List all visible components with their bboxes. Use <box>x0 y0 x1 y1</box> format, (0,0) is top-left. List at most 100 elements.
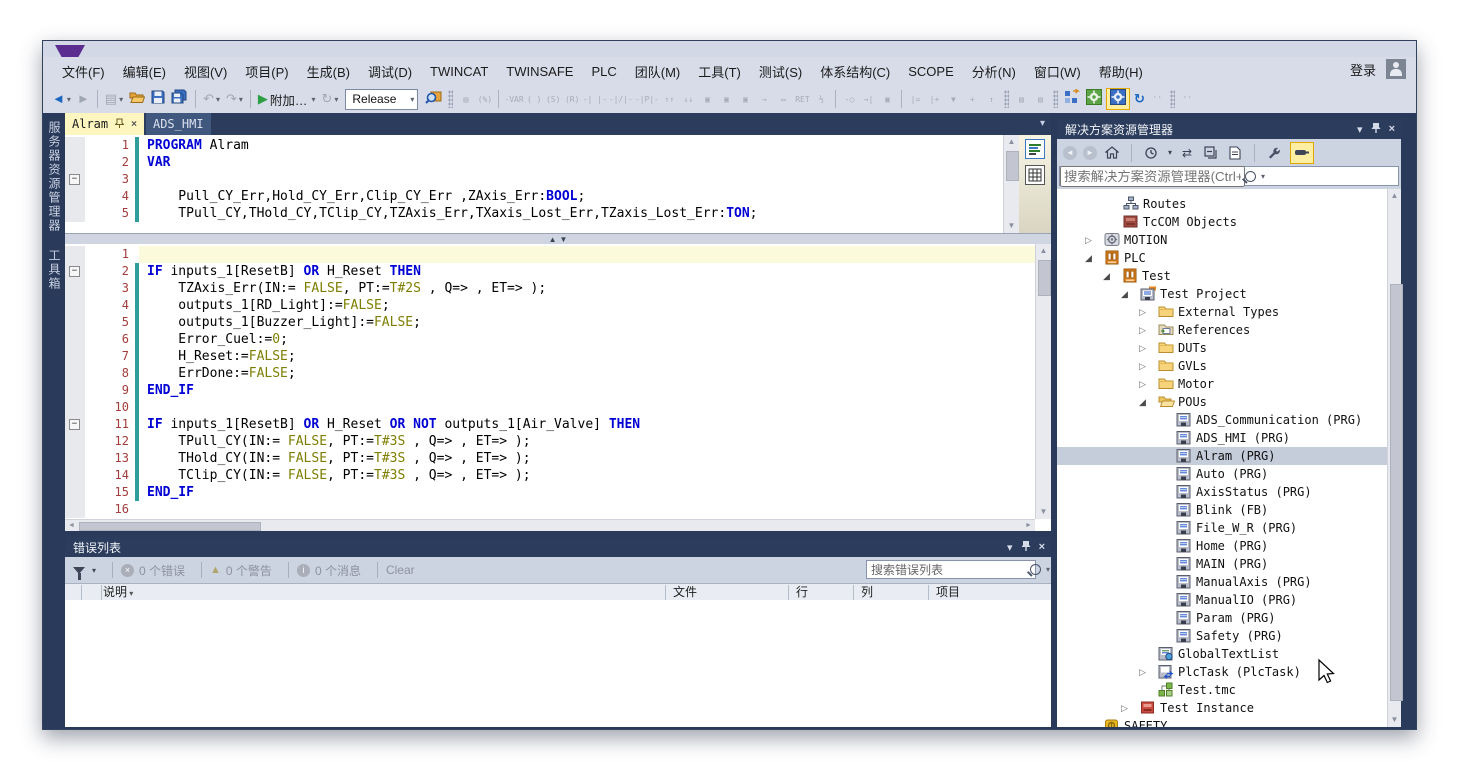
chevron-collapsed-icon[interactable]: ▷ <box>1121 699 1128 717</box>
dropdown-caret-icon[interactable]: ▾ <box>239 95 243 104</box>
chevron-collapsed-icon[interactable]: ▷ <box>1139 303 1146 321</box>
tree-item[interactable]: ManualAxis (PRG) <box>1057 573 1401 591</box>
messages-toggle[interactable]: i 0 个消息 <box>297 562 361 579</box>
refresh-blue-button[interactable]: ↻ <box>1132 88 1147 110</box>
chevron-expanded-icon[interactable]: ◢ <box>1103 267 1110 285</box>
search-options-icon[interactable]: ▾ <box>1046 565 1050 574</box>
home-button[interactable] <box>1103 144 1121 162</box>
code-text[interactable] <box>139 501 1035 518</box>
menu-item[interactable]: SCOPE <box>899 60 963 83</box>
window-position-icon[interactable]: ▾ <box>1007 541 1013 554</box>
code-line[interactable]: 5 TPull_CY,THold_CY,TClip_CY,TZAxis_Err,… <box>65 205 1003 222</box>
menu-item[interactable]: 工具(T) <box>689 58 750 85</box>
warnings-toggle[interactable]: ▲ 0 个警告 <box>210 562 272 579</box>
tree-item[interactable]: Home (PRG) <box>1057 537 1401 555</box>
code-text[interactable]: H_Reset:=FALSE; <box>139 348 1035 365</box>
open-folder-button[interactable] <box>127 88 147 110</box>
error-list-search-input[interactable] <box>867 563 1030 577</box>
code-line[interactable]: 6 Error_Cuel:=0; <box>65 331 1035 348</box>
code-line[interactable]: 8 ErrDone:=FALSE; <box>65 365 1035 382</box>
errors-toggle[interactable]: × 0 个错误 <box>121 562 185 579</box>
implementation-editor-horizontal-scrollbar[interactable]: ◄ ► <box>65 519 1035 531</box>
scrollbar-thumb[interactable] <box>1390 284 1403 701</box>
chevron-collapsed-icon[interactable]: ▷ <box>1085 231 1092 249</box>
menu-item[interactable]: 编辑(E) <box>114 58 175 85</box>
scroll-left-icon[interactable]: ◄ <box>65 520 78 531</box>
tree-item[interactable]: Auto (PRG) <box>1057 465 1401 483</box>
collapse-region-icon[interactable]: − <box>69 266 80 277</box>
dropdown-caret-icon[interactable]: ▾ <box>216 95 220 104</box>
tree-item[interactable]: ▷DUTs <box>1057 339 1401 357</box>
tree-item[interactable]: ▷PlcTask (PlcTask) <box>1057 663 1401 681</box>
scroll-up-icon[interactable]: ▲ <box>1004 135 1019 149</box>
scroll-down-icon[interactable]: ▼ <box>1388 713 1401 727</box>
pin-icon[interactable] <box>1021 540 1031 554</box>
clear-button[interactable]: Clear <box>386 563 415 577</box>
restart-button[interactable]: ↻▾ <box>319 88 340 110</box>
filter-dropdown-icon[interactable]: ▾ <box>1168 148 1172 157</box>
menu-item[interactable]: 测试(S) <box>750 58 811 85</box>
code-text[interactable]: PROGRAM Alram <box>139 137 1003 154</box>
declaration-editor-vertical-scrollbar[interactable]: ▲ ▼ <box>1003 135 1019 233</box>
column-header[interactable]: 列 <box>861 584 873 601</box>
dropdown-caret-icon[interactable]: ▾ <box>410 95 414 104</box>
find-in-files-button[interactable] <box>423 88 444 110</box>
tree-item[interactable]: TcCOM Objects <box>1057 213 1401 231</box>
code-line[interactable]: 13 THold_CY(IN:= FALSE, PT:=T#3S , Q=> ,… <box>65 450 1035 467</box>
menu-item[interactable]: 视图(V) <box>175 58 236 85</box>
code-line[interactable]: −2IF inputs_1[ResetB] OR H_Reset THEN <box>65 263 1035 280</box>
code-text[interactable]: ErrDone:=FALSE; <box>139 365 1035 382</box>
preview-selected-items-toggle[interactable] <box>1290 142 1314 164</box>
save-button[interactable] <box>149 88 167 110</box>
code-text[interactable]: IF inputs_1[ResetB] OR H_Reset THEN <box>139 263 1035 280</box>
code-line[interactable]: 14 TClip_CY(IN:= FALSE, PT:=T#3S , Q=> ,… <box>65 467 1035 484</box>
code-text[interactable]: TZAxis_Err(IN:= FALSE, PT:=T#2S , Q=> , … <box>139 280 1035 297</box>
code-text[interactable]: TPull_CY,THold_CY,TClip_CY,TZAxis_Err,TX… <box>139 205 1003 222</box>
window-position-icon[interactable]: ▾ <box>1357 123 1363 136</box>
tree-item[interactable]: File_W_R (PRG) <box>1057 519 1401 537</box>
dropdown-caret-icon[interactable]: ▾ <box>119 95 123 104</box>
chevron-collapsed-icon[interactable]: ▷ <box>1139 339 1146 357</box>
redo-button[interactable]: ↷▾ <box>224 88 245 110</box>
menu-item[interactable]: 项目(P) <box>236 58 297 85</box>
search-options-icon[interactable]: ▾ <box>1261 172 1265 181</box>
tree-item[interactable]: ◢POUs <box>1057 393 1401 411</box>
code-text[interactable]: Pull_CY_Err,Hold_CY_Err,Clip_CY_Err ,ZAx… <box>139 188 1003 205</box>
error-list-body[interactable] <box>65 600 1051 727</box>
code-line[interactable]: 10 <box>65 399 1035 416</box>
close-icon[interactable]: × <box>1389 123 1395 135</box>
tree-item[interactable]: ▷GVLs <box>1057 357 1401 375</box>
properties-button[interactable] <box>1226 144 1244 162</box>
menu-item[interactable]: 窗口(W) <box>1025 58 1090 85</box>
chevron-collapsed-icon[interactable]: ▷ <box>1139 663 1146 681</box>
code-text[interactable]: END_IF <box>139 484 1035 501</box>
menu-item[interactable]: TWINCAT <box>421 60 497 83</box>
wrench-icon[interactable] <box>1265 144 1283 162</box>
chevron-collapsed-icon[interactable]: ▷ <box>1139 321 1146 339</box>
tree-item[interactable]: ▷External Types <box>1057 303 1401 321</box>
search-icon[interactable] <box>1245 171 1256 182</box>
sync-with-active-document-button[interactable]: ⇄ <box>1178 144 1196 162</box>
side-tab-toolbox[interactable]: 工具箱 <box>43 241 66 299</box>
gear-green-button[interactable] <box>1084 88 1104 110</box>
document-tab[interactable]: ADS_HMI <box>146 113 211 135</box>
side-tab-server-explorer[interactable]: 服务器资源管理器 <box>43 113 66 241</box>
dropdown-caret-icon[interactable]: ▾ <box>67 95 71 104</box>
sign-in-button[interactable]: 登录 <box>1350 60 1376 79</box>
column-header[interactable]: 行 <box>796 584 808 601</box>
chevron-expanded-icon[interactable]: ◢ <box>1121 285 1128 303</box>
code-line[interactable]: 15END_IF <box>65 484 1035 501</box>
menu-item[interactable]: TWINSAFE <box>497 60 582 83</box>
filter-button[interactable]: ▾ <box>73 566 96 575</box>
tree-item[interactable]: ◢PLC <box>1057 249 1401 267</box>
tab-list-dropdown-icon[interactable]: ▾ <box>1040 118 1045 129</box>
tree-item[interactable]: ▷Motor <box>1057 375 1401 393</box>
scroll-up-icon[interactable]: ▲ <box>1036 244 1051 258</box>
collapse-all-button[interactable] <box>1202 144 1220 162</box>
document-tab[interactable]: Alram× <box>65 113 144 135</box>
tree-item[interactable]: Param (PRG) <box>1057 609 1401 627</box>
code-text[interactable] <box>139 399 1035 416</box>
tree-item[interactable]: GlobalTextList <box>1057 645 1401 663</box>
solution-explorer-title-bar[interactable]: 解决方案资源管理器 ▾ × <box>1057 119 1401 139</box>
code-text[interactable]: VAR <box>139 154 1003 171</box>
